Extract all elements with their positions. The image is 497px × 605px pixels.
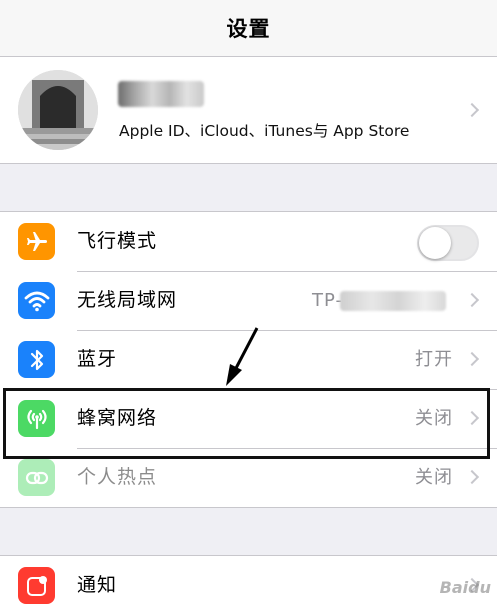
chevron-right-icon (464, 469, 480, 485)
settings-row-notifications[interactable]: 通知 (0, 556, 497, 605)
bluetooth-status-value: 打开 (415, 349, 453, 370)
apple-id-subtitle: Apple ID、iCloud、iTunes与 App Store (119, 122, 410, 140)
wifi-name-redacted (340, 291, 446, 311)
annotation-highlight-box (3, 388, 490, 459)
notifications-icon (18, 567, 55, 604)
annotation-arrow-icon (226, 327, 259, 386)
chevron-right-icon (464, 102, 480, 118)
page-title: 设置 (226, 17, 271, 41)
settings-row-airplane-mode[interactable]: 飞行模式 (0, 212, 497, 271)
chevron-right-icon (464, 351, 480, 367)
bluetooth-icon (18, 341, 55, 378)
settings-row-label: 飞行模式 (77, 230, 158, 252)
avatar (18, 70, 98, 150)
airplane-mode-toggle[interactable] (417, 225, 479, 261)
airplane-icon (18, 223, 55, 260)
settings-row-label: 蓝牙 (77, 348, 118, 370)
settings-row-label: 通知 (77, 574, 118, 596)
chevron-right-icon (464, 292, 480, 308)
settings-row-label: 无线局域网 (77, 289, 178, 311)
wifi-network-value: TP- (312, 290, 343, 311)
notifications-group: 通知 (0, 555, 497, 605)
account-name-redacted (118, 81, 204, 107)
toggle-knob (419, 227, 451, 259)
apple-id-profile-row[interactable]: Apple ID、iCloud、iTunes与 App Store (0, 57, 497, 164)
wifi-icon (18, 282, 55, 319)
hotspot-icon (18, 459, 55, 496)
navigation-bar: 设置 (0, 0, 497, 57)
settings-row-wifi[interactable]: 无线局域网 TP- (0, 271, 497, 330)
watermark: Baidu (439, 578, 491, 597)
